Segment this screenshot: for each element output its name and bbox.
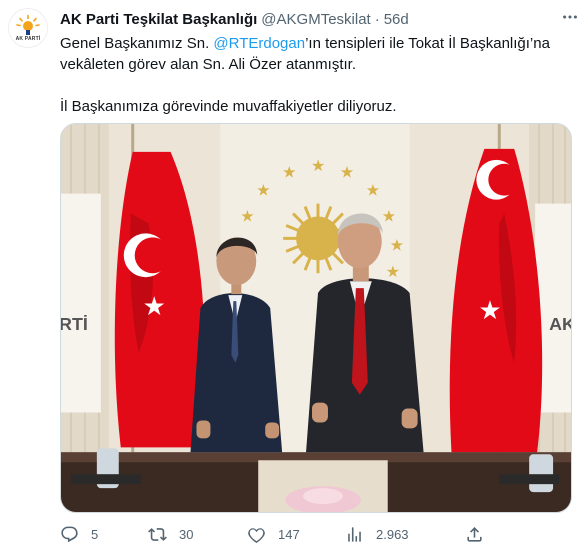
svg-text:★: ★ xyxy=(366,181,380,200)
views-button[interactable]: 2.963 xyxy=(345,525,409,544)
banner-text-left: RTİ xyxy=(61,314,88,334)
tweet-paragraph-2: İl Başkanımıza görevinde muvaffakiyetler… xyxy=(60,98,397,115)
svg-text:★: ★ xyxy=(240,207,254,226)
reply-icon xyxy=(61,526,78,542)
reply-button[interactable]: 5 xyxy=(60,525,98,544)
display-name[interactable]: AK Parti Teşkilat Başkanlığı xyxy=(60,11,257,28)
svg-text:★: ★ xyxy=(390,235,404,254)
user-handle[interactable]: @AKGMTeskilat xyxy=(261,11,370,28)
svg-text:★: ★ xyxy=(386,262,400,281)
svg-text:★: ★ xyxy=(382,207,396,226)
like-button[interactable]: 147 xyxy=(247,525,300,544)
text-before-mention: Genel Başkanımız Sn. xyxy=(60,35,214,52)
svg-text:★: ★ xyxy=(311,156,325,175)
svg-text:★: ★ xyxy=(282,163,296,182)
more-icon[interactable] xyxy=(560,7,580,27)
tweet-text: Genel Başkanımız Sn. @RTErdogan’ın tensi… xyxy=(60,33,570,117)
tweet-actions: 5 30 147 2.963 xyxy=(60,521,570,547)
retweet-count: 30 xyxy=(179,526,194,542)
separator-dot: · xyxy=(374,10,380,28)
ak-party-logo xyxy=(16,14,40,35)
banner-text-right: AK xyxy=(549,314,571,334)
svg-text:★: ★ xyxy=(143,292,166,322)
like-count: 147 xyxy=(278,526,300,542)
reply-count: 5 xyxy=(91,526,99,542)
tweet-paragraph-1: Genel Başkanımız Sn. @RTErdogan’ın tensi… xyxy=(60,33,570,75)
views-icon xyxy=(348,526,361,542)
svg-text:★: ★ xyxy=(340,163,354,182)
retweet-button[interactable]: 30 xyxy=(148,525,193,544)
mention-link[interactable]: @RTErdogan xyxy=(213,35,305,52)
timestamp[interactable]: 56d xyxy=(384,11,409,28)
share-button[interactable] xyxy=(465,525,484,544)
share-icon xyxy=(467,526,482,542)
tweet-photo[interactable]: RTİ AK ★ ★ ★ xyxy=(60,123,572,513)
avatar[interactable]: AK PARTİ xyxy=(8,8,48,48)
tweet-card[interactable]: AK PARTİ AK Parti Teşkilat Başkanlığı @A… xyxy=(0,0,588,553)
tweet-header: AK Parti Teşkilat Başkanlığı @AKGMTeskil… xyxy=(60,9,558,29)
like-icon xyxy=(248,527,265,543)
svg-text:★: ★ xyxy=(256,181,270,200)
avatar-label: AK PARTİ xyxy=(15,36,41,42)
svg-text:★: ★ xyxy=(478,296,501,326)
views-count: 2.963 xyxy=(376,526,409,542)
retweet-icon xyxy=(148,527,167,541)
